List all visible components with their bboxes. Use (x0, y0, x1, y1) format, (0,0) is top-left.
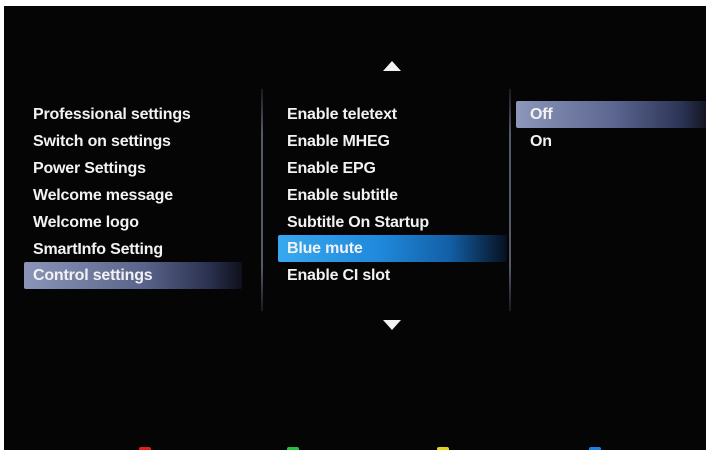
menu-item-control-settings[interactable]: Control settings (24, 262, 242, 289)
menu-item-enable-subtitle[interactable]: Enable subtitle (278, 182, 507, 209)
menu-item-enable-epg[interactable]: Enable EPG (278, 155, 507, 182)
menu-item-switch-on-settings[interactable]: Switch on settings (24, 128, 243, 155)
menu-item-welcome-logo[interactable]: Welcome logo (24, 209, 243, 236)
tv-menu-screen: Professional settings Switch on settings… (4, 6, 706, 450)
menu-item-enable-teletext[interactable]: Enable teletext (278, 101, 507, 128)
yellow-key-icon (437, 447, 449, 450)
menu-item-blue-mute[interactable]: Blue mute (278, 235, 507, 262)
option-off[interactable]: Off (516, 101, 706, 128)
menu-item-welcome-message[interactable]: Welcome message (24, 182, 243, 209)
scroll-up-icon[interactable] (383, 61, 401, 71)
menu-item-enable-ci-slot[interactable]: Enable CI slot (278, 262, 507, 289)
scroll-down-icon[interactable] (383, 320, 401, 330)
red-key-icon (139, 447, 151, 450)
menu-item-power-settings[interactable]: Power Settings (24, 155, 243, 182)
green-key-icon (287, 447, 299, 450)
column-divider-2 (509, 89, 511, 311)
menu-item-professional-settings[interactable]: Professional settings (24, 101, 243, 128)
option-on[interactable]: On (516, 128, 706, 155)
menu-item-enable-mheg[interactable]: Enable MHEG (278, 128, 507, 155)
blue-key-icon (589, 447, 601, 450)
column-divider-1 (261, 89, 263, 311)
menu-item-subtitle-on-startup[interactable]: Subtitle On Startup (278, 209, 507, 236)
menu-item-smartinfo-setting[interactable]: SmartInfo Setting (24, 236, 243, 263)
